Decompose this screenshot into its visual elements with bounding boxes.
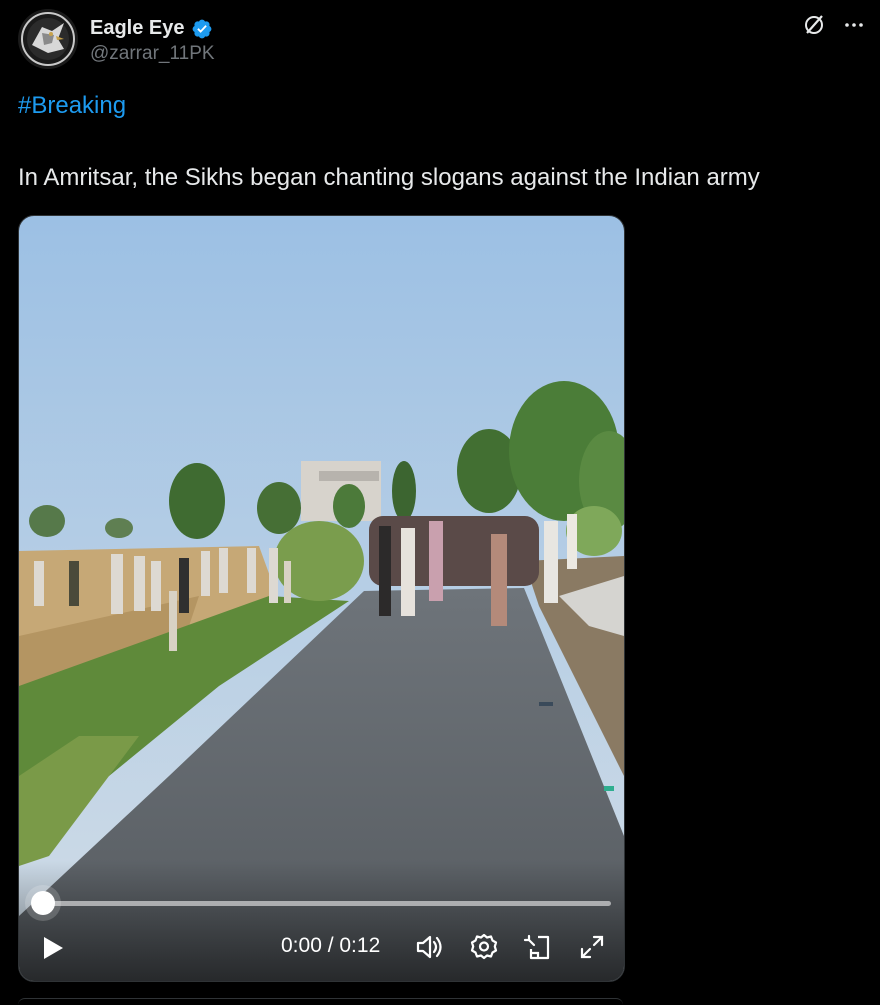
video-player[interactable]: 0:00 / 0:12: [18, 215, 625, 982]
picture-in-picture-icon[interactable]: [523, 932, 553, 962]
author-name-row: Eagle Eye: [90, 17, 213, 40]
eagle-logo-icon: [18, 9, 78, 69]
author-handle[interactable]: @zarrar_11PK: [90, 43, 215, 65]
play-icon[interactable]: [39, 934, 67, 962]
settings-icon[interactable]: [469, 932, 499, 962]
video-controls-overlay: [19, 861, 624, 981]
hashtag-link[interactable]: #Breaking: [18, 92, 126, 120]
fullscreen-icon[interactable]: [577, 932, 607, 962]
volume-icon[interactable]: [414, 932, 444, 962]
video-scrubber-knob[interactable]: [31, 891, 55, 915]
tweet-text: In Amritsar, the Sikhs began chanting sl…: [18, 164, 760, 191]
verified-badge-icon: [192, 19, 211, 38]
more-icon[interactable]: [842, 13, 866, 37]
grok-icon[interactable]: [802, 13, 826, 37]
post-header: Eagle Eye @zarrar_11PK: [18, 9, 868, 71]
video-time-display: 0:00 / 0:12: [281, 934, 381, 957]
avatar[interactable]: [18, 9, 78, 69]
video-progress-bar[interactable]: [43, 901, 611, 906]
display-name[interactable]: Eagle Eye: [90, 17, 185, 40]
